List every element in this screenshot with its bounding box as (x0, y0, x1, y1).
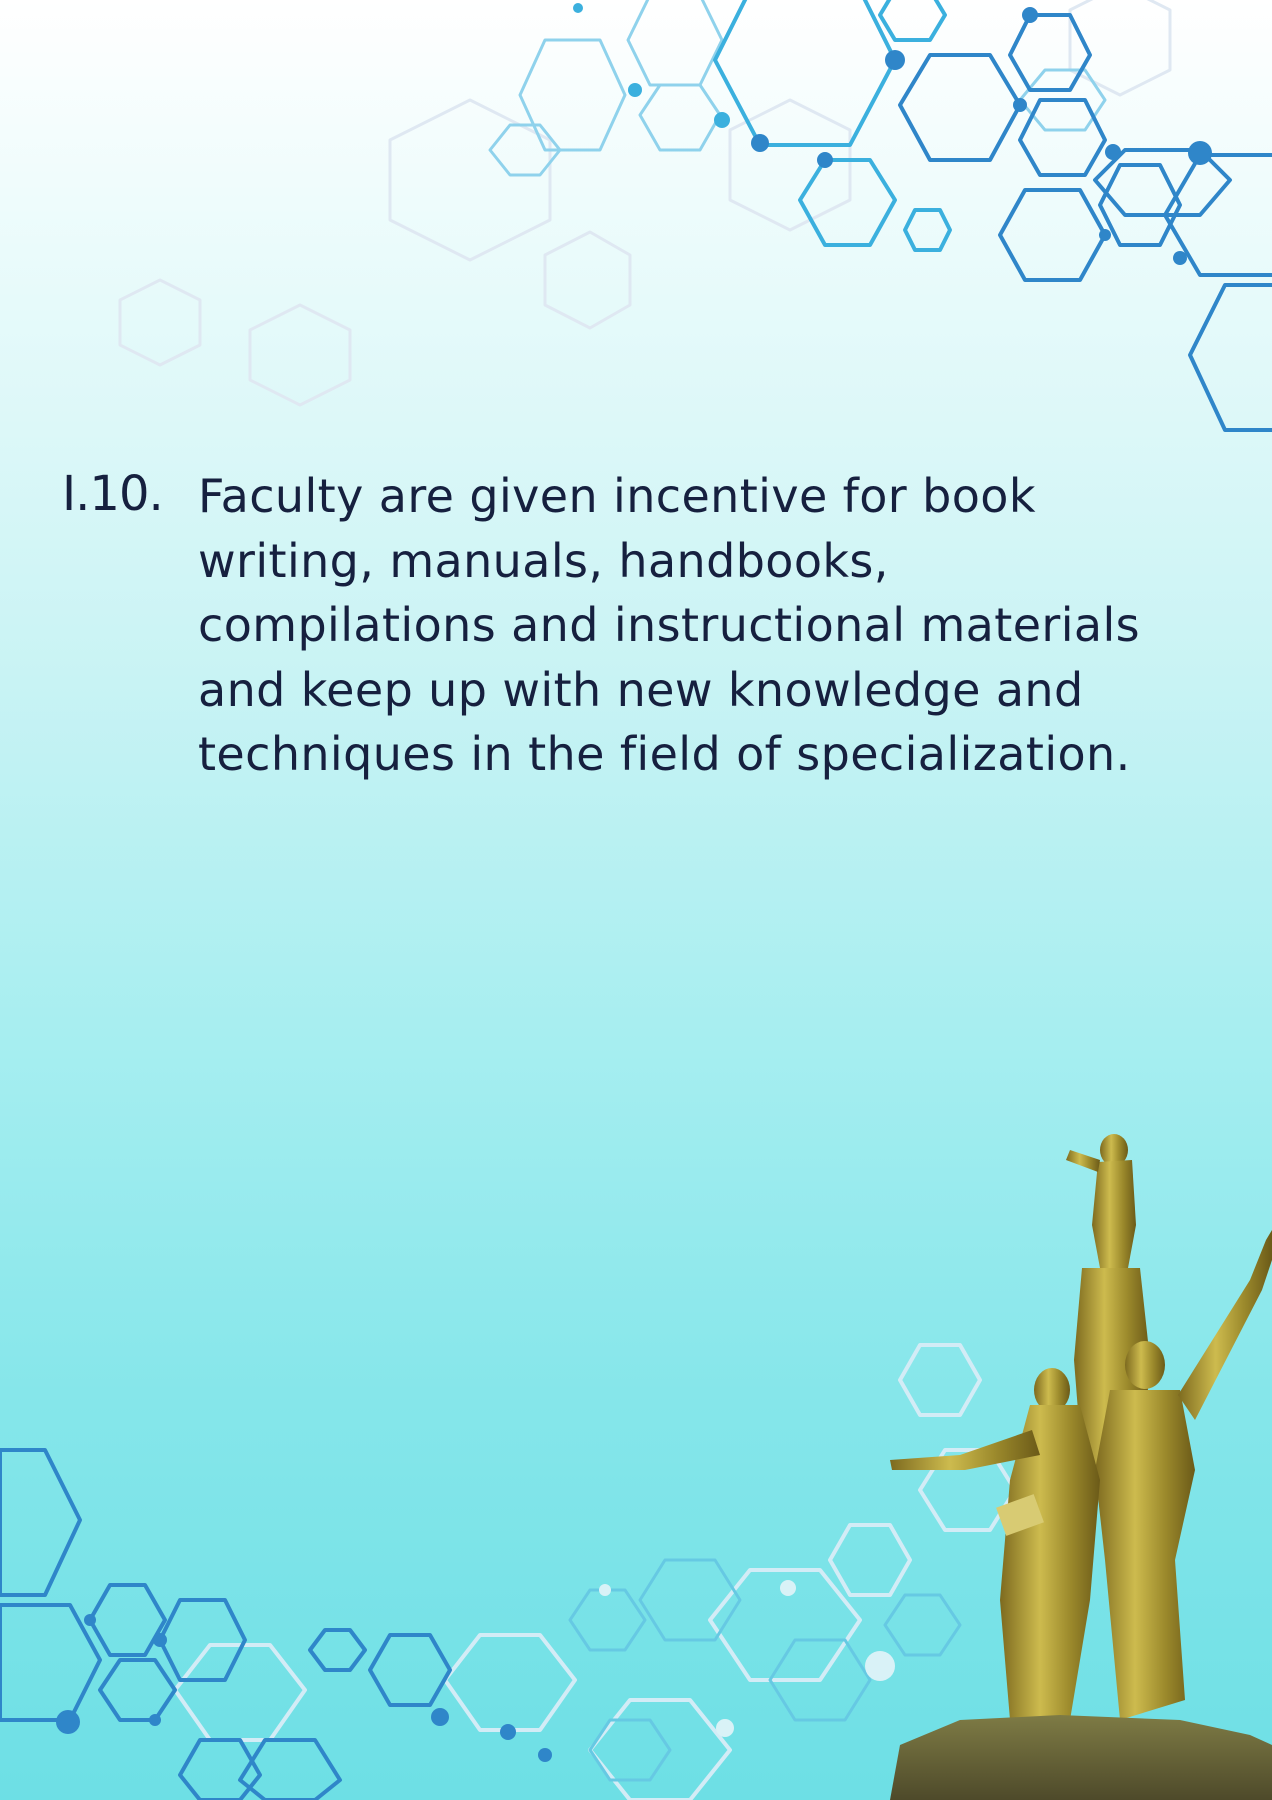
item-number: I.10. (62, 466, 164, 522)
item-text-line: compilations and instructional materials (198, 598, 1141, 652)
item-text-line: writing, manuals, handbooks, (198, 533, 889, 588)
statue-male-head (1125, 1341, 1165, 1389)
statue-top-figure (1092, 1160, 1136, 1268)
statue-male-body (1095, 1390, 1195, 1720)
statue-base (890, 1715, 1272, 1800)
item-text-line: and keep up with new knowledge and (198, 662, 1084, 717)
item-text-line: techniques in the field of specializatio… (198, 727, 1131, 781)
item-text: Faculty are given incentive for book wri… (198, 464, 1198, 787)
statue-raised-arm (1178, 1230, 1272, 1420)
statue-illustration (890, 1134, 1272, 1800)
item-text-line: Faculty are given incentive for book (198, 469, 1036, 523)
